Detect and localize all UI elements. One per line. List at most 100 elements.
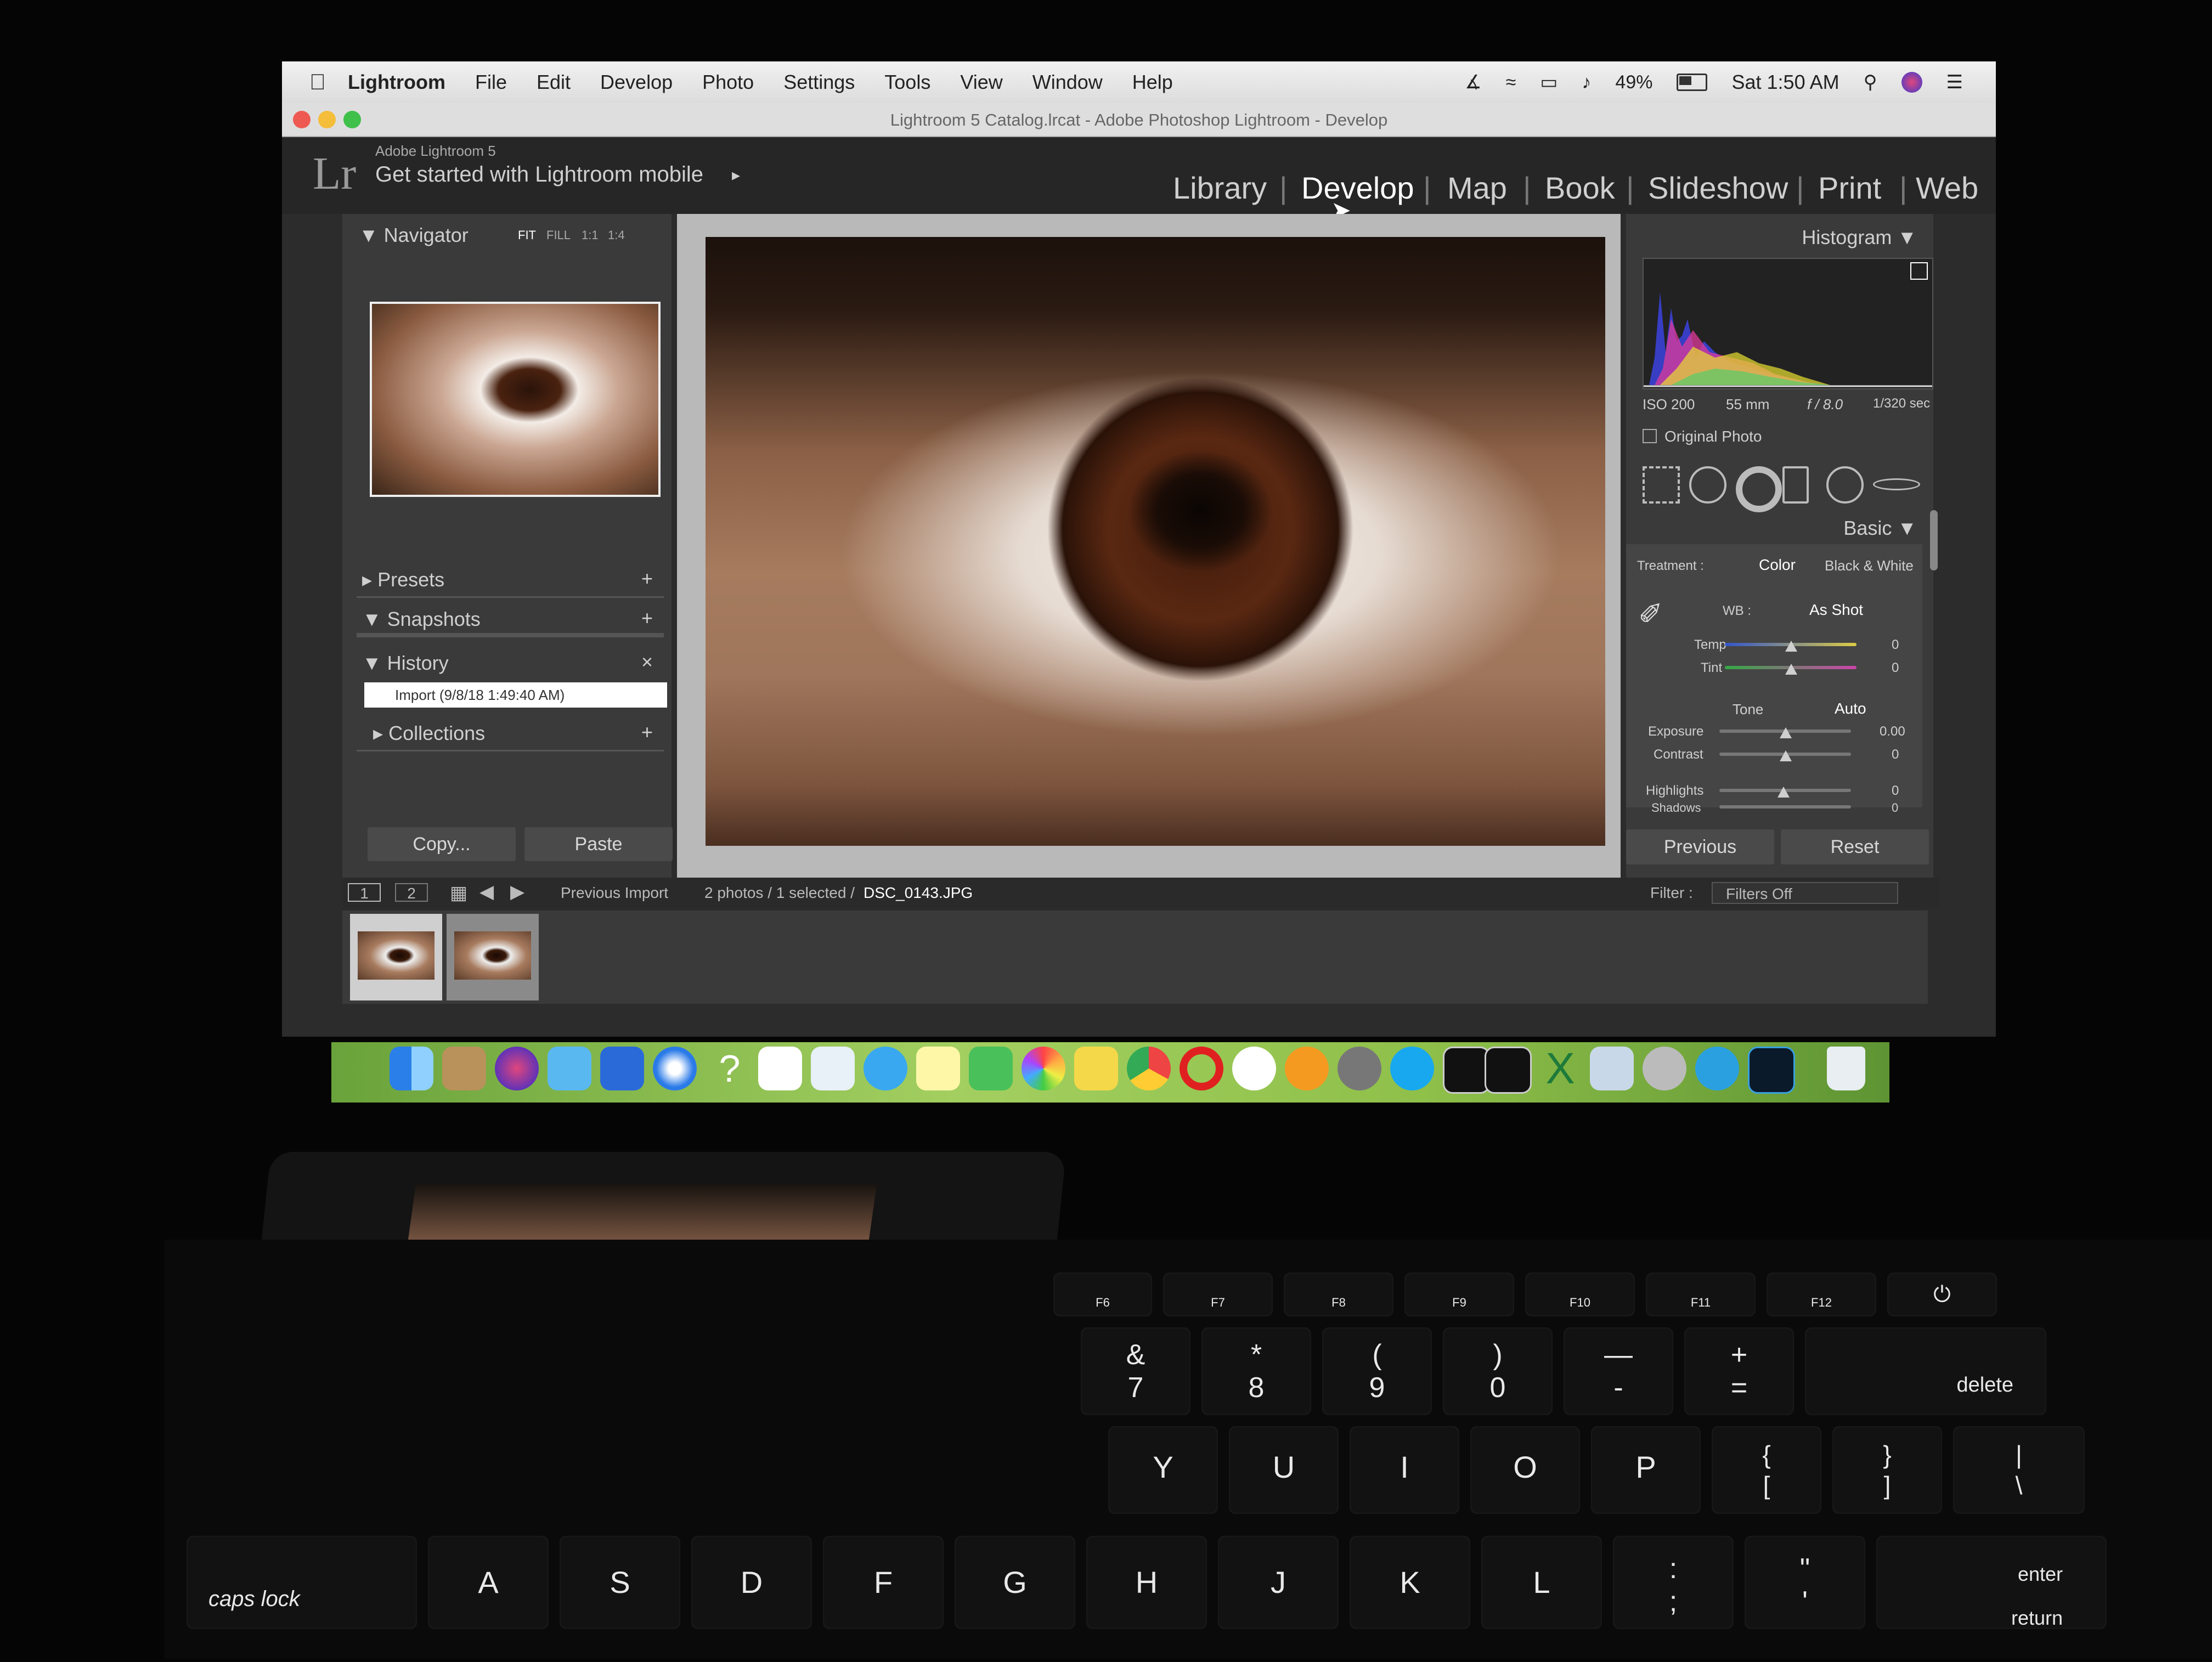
- temp-slider-knob[interactable]: [1785, 641, 1797, 652]
- key-i[interactable]: I: [1350, 1426, 1459, 1514]
- play-arrow-icon[interactable]: ▸: [732, 166, 740, 185]
- notes-icon[interactable]: [916, 1047, 960, 1090]
- calendar-icon[interactable]: [758, 1047, 802, 1090]
- key-7[interactable]: & 7: [1081, 1327, 1190, 1415]
- copy-button[interactable]: Copy...: [368, 827, 516, 861]
- terminal-icon[interactable]: [1485, 1047, 1532, 1094]
- key-f10[interactable]: F10: [1525, 1273, 1635, 1316]
- siri-icon[interactable]: [1901, 72, 1922, 93]
- key-f8[interactable]: F8: [1284, 1273, 1393, 1316]
- preview-icon[interactable]: [811, 1047, 855, 1090]
- tab-library[interactable]: Library: [1173, 170, 1267, 206]
- navigator-preview[interactable]: [370, 302, 661, 497]
- grid-view-icon[interactable]: ▦: [450, 882, 467, 904]
- key-f9[interactable]: F9: [1404, 1273, 1514, 1316]
- key-0[interactable]: ) 0: [1443, 1327, 1553, 1415]
- view-2-button[interactable]: 2: [395, 883, 428, 902]
- filmstrip-thumbnail[interactable]: [350, 914, 442, 1000]
- key-f7[interactable]: F7: [1163, 1273, 1273, 1316]
- graduated-filter-icon[interactable]: [1782, 466, 1809, 504]
- red-eye-icon[interactable]: [1736, 466, 1782, 512]
- help-icon[interactable]: ?: [708, 1047, 752, 1090]
- menu-photo[interactable]: Photo: [702, 71, 754, 94]
- apple-icon[interactable]: : [309, 70, 326, 95]
- tab-map[interactable]: Map: [1447, 170, 1507, 206]
- shadows-slider[interactable]: [1719, 805, 1851, 809]
- excel-icon[interactable]: X: [1538, 1047, 1582, 1090]
- view-1-button[interactable]: 1: [348, 883, 381, 902]
- menu-help[interactable]: Help: [1132, 71, 1173, 94]
- prev-arrow-icon[interactable]: ◀: [479, 881, 494, 903]
- menu-file[interactable]: File: [475, 71, 507, 94]
- key-8[interactable]: * 8: [1201, 1327, 1311, 1415]
- activity-monitor-icon[interactable]: [1443, 1047, 1490, 1094]
- photos-icon[interactable]: [1022, 1047, 1065, 1090]
- key-delete[interactable]: delete: [1805, 1327, 2046, 1415]
- key-y[interactable]: Y: [1108, 1426, 1218, 1514]
- lightroom-dock-icon[interactable]: [1748, 1047, 1795, 1094]
- key-equals[interactable]: + =: [1684, 1327, 1794, 1415]
- battery-percent[interactable]: 49%: [1615, 72, 1652, 93]
- rocket-icon[interactable]: [1643, 1047, 1686, 1090]
- key-l[interactable]: L: [1481, 1536, 1602, 1629]
- next-arrow-icon[interactable]: ▶: [510, 881, 524, 903]
- key-caps-lock[interactable]: caps lock: [187, 1536, 417, 1629]
- key-f[interactable]: F: [823, 1536, 944, 1629]
- tint-slider-knob[interactable]: [1785, 664, 1797, 675]
- trash-icon[interactable]: [1827, 1047, 1865, 1090]
- telegram-icon[interactable]: [1695, 1047, 1739, 1090]
- clock[interactable]: Sat 1:50 AM: [1731, 71, 1839, 94]
- filmstrip-thumbnail[interactable]: [447, 914, 539, 1000]
- tab-web[interactable]: Web: [1916, 170, 1978, 206]
- key-o[interactable]: O: [1470, 1426, 1580, 1514]
- menu-settings[interactable]: Settings: [783, 71, 855, 94]
- key-a[interactable]: A: [428, 1536, 549, 1629]
- key-backslash[interactable]: | \: [1953, 1426, 2085, 1514]
- key-p[interactable]: P: [1591, 1426, 1701, 1514]
- menu-view[interactable]: View: [960, 71, 1002, 94]
- key-close-bracket[interactable]: }]: [1832, 1426, 1942, 1514]
- snapshots-header[interactable]: ▼ Snapshots +: [357, 604, 664, 637]
- crop-icon[interactable]: [1643, 466, 1680, 504]
- bluetooth-icon[interactable]: ∡: [1465, 71, 1481, 93]
- mobile-link[interactable]: Get started with Lightroom mobile: [375, 162, 703, 187]
- basic-header[interactable]: Basic ▼: [1843, 517, 1917, 540]
- key-f11[interactable]: F11: [1646, 1273, 1756, 1316]
- siri-app-icon[interactable]: [495, 1047, 539, 1090]
- zoom-fill[interactable]: FILL: [546, 228, 571, 242]
- system-preferences-icon[interactable]: [1338, 1047, 1381, 1090]
- skype-icon[interactable]: [1390, 1047, 1434, 1090]
- key-j[interactable]: J: [1218, 1536, 1339, 1629]
- minimize-window-button[interactable]: [318, 111, 336, 128]
- spot-removal-icon[interactable]: [1689, 466, 1726, 504]
- spotlight-icon[interactable]: ⚲: [1864, 71, 1877, 93]
- previous-button[interactable]: Previous: [1626, 829, 1774, 864]
- finder-icon[interactable]: [390, 1047, 433, 1090]
- wifi-icon[interactable]: ≈: [1506, 72, 1516, 93]
- close-window-button[interactable]: [293, 111, 311, 128]
- filmstrip-filename[interactable]: DSC_0143.JPG: [864, 884, 973, 902]
- facetime-icon[interactable]: [969, 1047, 1013, 1090]
- key-9[interactable]: (9: [1322, 1327, 1432, 1415]
- itunes-icon[interactable]: [1232, 1047, 1276, 1090]
- key-open-bracket[interactable]: {[: [1712, 1426, 1821, 1514]
- contrast-slider-knob[interactable]: [1780, 750, 1792, 761]
- original-photo-checkbox[interactable]: [1643, 429, 1657, 443]
- paste-button[interactable]: Paste: [524, 827, 673, 861]
- opera-icon[interactable]: [1180, 1047, 1223, 1090]
- zoom-1-4[interactable]: 1:4: [608, 228, 625, 242]
- filmstrip-source[interactable]: Previous Import: [561, 884, 668, 902]
- treatment-bw[interactable]: Black & White: [1825, 557, 1914, 574]
- menu-develop[interactable]: Develop: [600, 71, 673, 94]
- key-d[interactable]: D: [691, 1536, 812, 1629]
- battery-icon[interactable]: [1677, 74, 1708, 91]
- navigator-header[interactable]: ▼ Navigator: [359, 224, 469, 247]
- scrollbar[interactable]: [1930, 510, 1938, 570]
- photo-canvas[interactable]: [677, 214, 1621, 878]
- highlights-slider-knob[interactable]: [1778, 787, 1790, 798]
- history-header[interactable]: ▼ History ×: [357, 648, 664, 680]
- menu-tools[interactable]: Tools: [884, 71, 930, 94]
- auto-tone-button[interactable]: Auto: [1835, 700, 1866, 717]
- key-f12[interactable]: F12: [1767, 1273, 1876, 1316]
- tab-slideshow[interactable]: Slideshow: [1648, 170, 1788, 206]
